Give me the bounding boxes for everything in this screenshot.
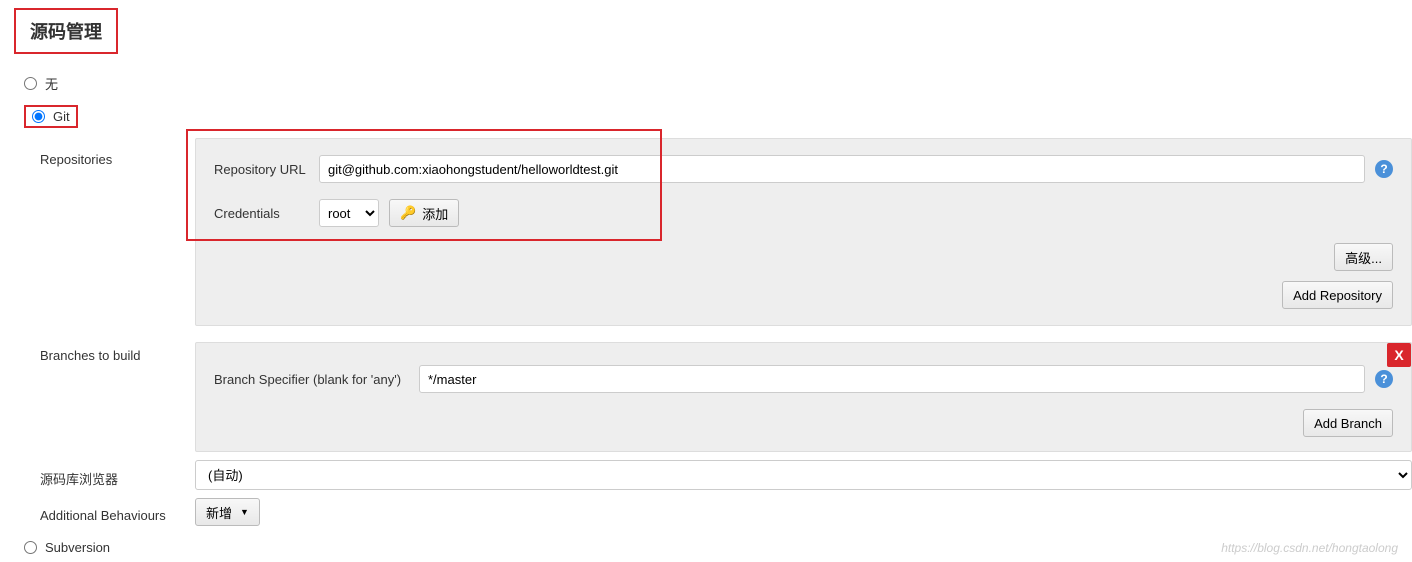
branches-panel: X Branch Specifier (blank for 'any') ? A… bbox=[195, 342, 1412, 452]
repo-browser-select[interactable]: (自动) bbox=[195, 460, 1412, 490]
scm-none-option[interactable]: 无 bbox=[22, 68, 1412, 99]
chevron-down-icon: ▼ bbox=[240, 507, 249, 517]
credentials-label: Credentials bbox=[214, 206, 319, 221]
scm-subversion-radio[interactable] bbox=[24, 541, 37, 554]
key-icon: 🔑 bbox=[400, 205, 416, 221]
add-branch-button[interactable]: Add Branch bbox=[1303, 409, 1393, 437]
scm-none-radio[interactable] bbox=[24, 77, 37, 90]
scm-git-label: Git bbox=[53, 109, 70, 124]
scm-none-label: 无 bbox=[45, 74, 58, 93]
add-credential-button[interactable]: 🔑 添加 bbox=[389, 199, 459, 227]
add-credential-label: 添加 bbox=[422, 204, 448, 223]
branch-specifier-label: Branch Specifier (blank for 'any') bbox=[214, 372, 419, 387]
credentials-select[interactable]: root bbox=[319, 199, 379, 227]
branches-label: Branches to build bbox=[40, 334, 195, 363]
branch-specifier-input[interactable] bbox=[419, 365, 1365, 393]
additional-add-button[interactable]: 新增 ▼ bbox=[195, 498, 260, 526]
add-repository-button[interactable]: Add Repository bbox=[1282, 281, 1393, 309]
additional-label: Additional Behaviours bbox=[40, 502, 195, 523]
additional-add-label: 新增 bbox=[206, 503, 232, 522]
repositories-panel: Repository URL ? Credentials root 🔑 添加 bbox=[195, 138, 1412, 326]
scm-git-option[interactable]: Git bbox=[24, 105, 78, 128]
help-icon[interactable]: ? bbox=[1375, 160, 1393, 178]
scm-subversion-option[interactable]: Subversion bbox=[22, 534, 1412, 561]
repo-browser-label: 源码库浏览器 bbox=[40, 463, 195, 488]
scm-radio-list: 无 Git bbox=[0, 62, 1412, 134]
repo-url-input[interactable] bbox=[319, 155, 1365, 183]
help-icon[interactable]: ? bbox=[1375, 370, 1393, 388]
section-title: 源码管理 bbox=[14, 8, 118, 54]
scm-git-radio[interactable] bbox=[32, 110, 45, 123]
repo-url-label: Repository URL bbox=[214, 162, 319, 177]
repositories-label: Repositories bbox=[40, 138, 195, 167]
delete-branch-button[interactable]: X bbox=[1387, 343, 1411, 367]
advanced-button[interactable]: 高级... bbox=[1334, 243, 1393, 271]
scm-subversion-label: Subversion bbox=[45, 540, 110, 555]
